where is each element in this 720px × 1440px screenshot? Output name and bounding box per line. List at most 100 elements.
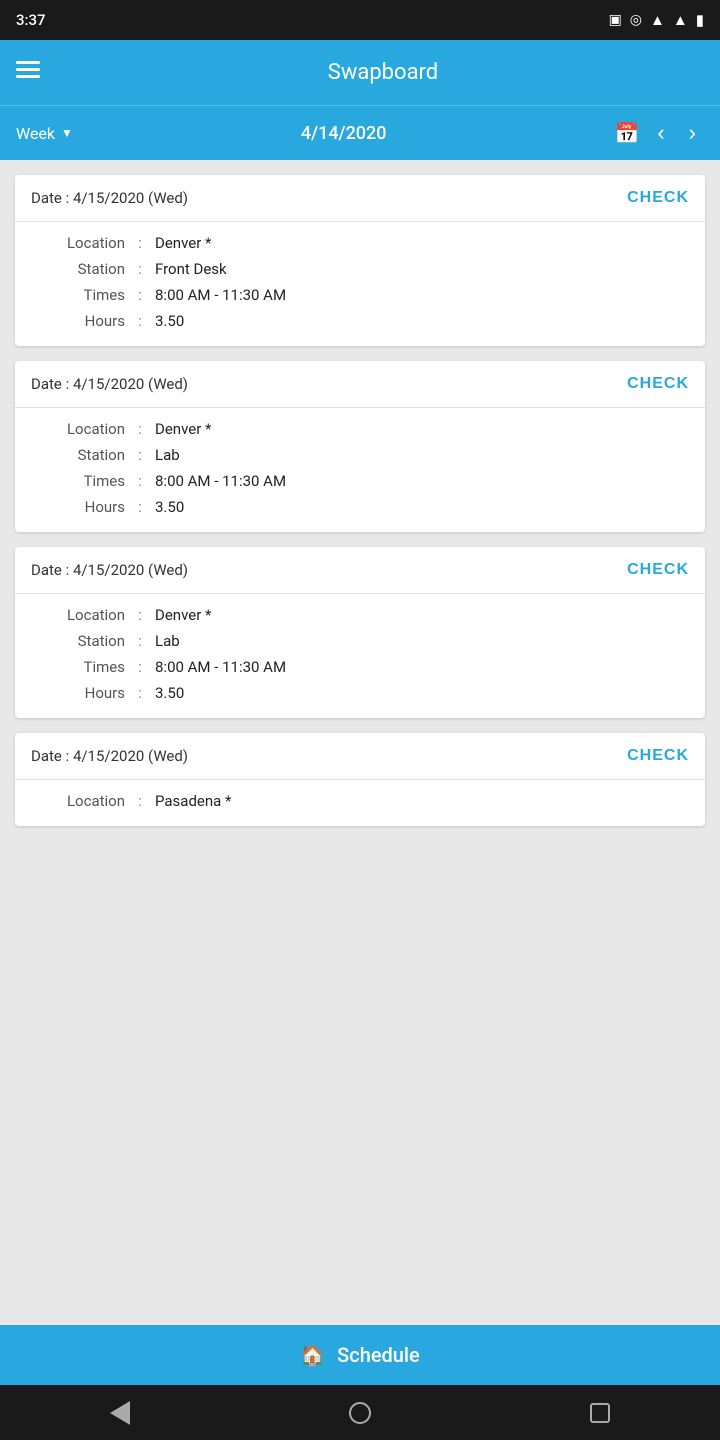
calendar-icon[interactable]: 📅: [614, 121, 639, 145]
app-title: Swapboard: [62, 60, 704, 85]
location-value-1: Denver *: [155, 234, 211, 252]
menu-icon[interactable]: [16, 60, 46, 85]
week-label: Week: [16, 124, 55, 143]
station-sep-1: :: [125, 260, 155, 278]
card-3-location-row: Location : Denver *: [45, 606, 689, 624]
card-1-date: Date : 4/15/2020 (Wed): [31, 189, 188, 207]
recent-icon: [590, 1403, 610, 1423]
hours-label-1: Hours: [45, 312, 125, 330]
station-sep-3: :: [125, 632, 155, 650]
header: Swapboard: [0, 40, 720, 105]
card-2-date: Date : 4/15/2020 (Wed): [31, 375, 188, 393]
card-2-hours-row: Hours : 3.50: [45, 498, 689, 516]
card-2-header: Date : 4/15/2020 (Wed) CHECK: [15, 361, 705, 408]
shift-card-3: Date : 4/15/2020 (Wed) CHECK Location : …: [15, 547, 705, 718]
next-button[interactable]: ›: [681, 116, 704, 150]
card-3-date: Date : 4/15/2020 (Wed): [31, 561, 188, 579]
location-sep-3: :: [125, 606, 155, 624]
date-display: 4/14/2020: [83, 123, 605, 144]
location-value-2: Denver *: [155, 420, 211, 438]
home-nav-button[interactable]: [330, 1385, 390, 1440]
check-button-1[interactable]: CHECK: [627, 189, 689, 207]
station-value-2: Lab: [155, 446, 180, 464]
status-icons: ▣ ◎ ▲ ▲ ▮: [609, 11, 704, 29]
card-1-station-row: Station : Front Desk: [45, 260, 689, 278]
shift-card-1: Date : 4/15/2020 (Wed) CHECK Location : …: [15, 175, 705, 346]
card-4-header: Date : 4/15/2020 (Wed) CHECK: [15, 733, 705, 780]
times-sep-2: :: [125, 472, 155, 490]
shift-card-2: Date : 4/15/2020 (Wed) CHECK Location : …: [15, 361, 705, 532]
schedule-home-icon: 🏠: [300, 1343, 325, 1367]
notification-icon: ▣: [609, 12, 622, 28]
station-value-3: Lab: [155, 632, 180, 650]
card-2-times-row: Times : 8:00 AM - 11:30 AM: [45, 472, 689, 490]
station-sep-2: :: [125, 446, 155, 464]
card-4-location-row: Location : Pasadena *: [45, 792, 689, 810]
card-1-times-row: Times : 8:00 AM - 11:30 AM: [45, 286, 689, 304]
card-3-station-row: Station : Lab: [45, 632, 689, 650]
check-button-3[interactable]: CHECK: [627, 561, 689, 579]
home-icon: [349, 1402, 371, 1424]
card-2-body: Location : Denver * Station : Lab Times …: [15, 408, 705, 532]
card-3-header: Date : 4/15/2020 (Wed) CHECK: [15, 547, 705, 594]
location-label-4: Location: [45, 792, 125, 810]
location-value-4: Pasadena *: [155, 792, 231, 810]
card-3-times-row: Times : 8:00 AM - 11:30 AM: [45, 658, 689, 676]
times-label-1: Times: [45, 286, 125, 304]
hours-sep-1: :: [125, 312, 155, 330]
station-label-2: Station: [45, 446, 125, 464]
hours-value-1: 3.50: [155, 312, 184, 330]
card-1-body: Location : Denver * Station : Front Desk…: [15, 222, 705, 346]
card-1-location-row: Location : Denver *: [45, 234, 689, 252]
location-label-1: Location: [45, 234, 125, 252]
nav-buttons: ‹ ›: [649, 116, 704, 150]
dropdown-icon: ▼: [61, 126, 73, 140]
times-label-3: Times: [45, 658, 125, 676]
card-2-location-row: Location : Denver *: [45, 420, 689, 438]
location-sep-1: :: [125, 234, 155, 252]
back-nav-button[interactable]: [90, 1385, 150, 1440]
target-icon: ◎: [630, 12, 642, 28]
recent-nav-button[interactable]: [570, 1385, 630, 1440]
toolbar: Week ▼ 4/14/2020 📅 ‹ ›: [0, 105, 720, 160]
week-selector[interactable]: Week ▼: [16, 124, 73, 143]
card-1-header: Date : 4/15/2020 (Wed) CHECK: [15, 175, 705, 222]
hours-label-2: Hours: [45, 498, 125, 516]
status-bar: 3:37 ▣ ◎ ▲ ▲ ▮: [0, 0, 720, 40]
hours-value-2: 3.50: [155, 498, 184, 516]
location-label-3: Location: [45, 606, 125, 624]
card-3-hours-row: Hours : 3.50: [45, 684, 689, 702]
prev-button[interactable]: ‹: [649, 116, 672, 150]
check-button-4[interactable]: CHECK: [627, 747, 689, 765]
station-label-3: Station: [45, 632, 125, 650]
schedule-label: Schedule: [337, 1343, 420, 1367]
hours-label-3: Hours: [45, 684, 125, 702]
location-sep-4: :: [125, 792, 155, 810]
schedule-bar[interactable]: 🏠 Schedule: [0, 1325, 720, 1385]
battery-icon: ▮: [696, 11, 704, 29]
location-sep-2: :: [125, 420, 155, 438]
card-3-body: Location : Denver * Station : Lab Times …: [15, 594, 705, 718]
times-value-3: 8:00 AM - 11:30 AM: [155, 658, 286, 676]
shift-card-4: Date : 4/15/2020 (Wed) CHECK Location : …: [15, 733, 705, 826]
check-button-2[interactable]: CHECK: [627, 375, 689, 393]
times-label-2: Times: [45, 472, 125, 490]
station-value-1: Front Desk: [155, 260, 227, 278]
card-4-date: Date : 4/15/2020 (Wed): [31, 747, 188, 765]
location-value-3: Denver *: [155, 606, 211, 624]
time-display: 3:37: [16, 11, 46, 29]
nav-bar: [0, 1385, 720, 1440]
times-value-1: 8:00 AM - 11:30 AM: [155, 286, 286, 304]
station-label-1: Station: [45, 260, 125, 278]
card-4-body: Location : Pasadena *: [15, 780, 705, 826]
signal-icon: ▲: [673, 11, 688, 29]
times-value-2: 8:00 AM - 11:30 AM: [155, 472, 286, 490]
hours-sep-2: :: [125, 498, 155, 516]
card-2-station-row: Station : Lab: [45, 446, 689, 464]
times-sep-1: :: [125, 286, 155, 304]
back-icon: [110, 1401, 130, 1425]
location-label-2: Location: [45, 420, 125, 438]
card-1-hours-row: Hours : 3.50: [45, 312, 689, 330]
times-sep-3: :: [125, 658, 155, 676]
content-area: Date : 4/15/2020 (Wed) CHECK Location : …: [0, 160, 720, 1325]
